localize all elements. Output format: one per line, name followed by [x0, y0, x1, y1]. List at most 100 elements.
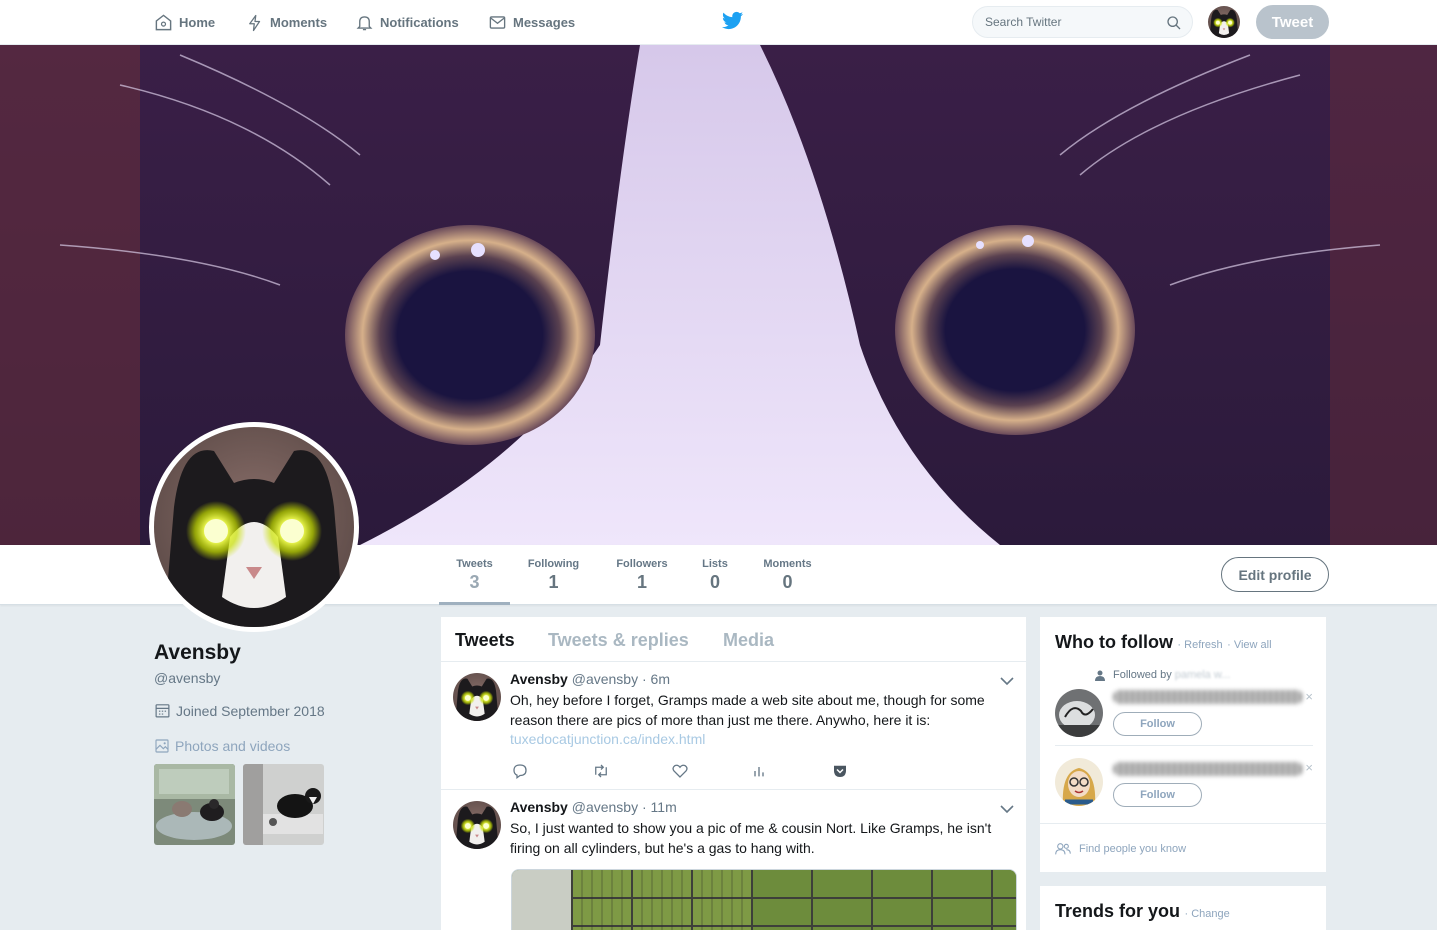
tab-tweets-and-replies[interactable]: Tweets & replies — [548, 630, 689, 651]
account-avatar[interactable] — [1208, 6, 1240, 38]
nav-home[interactable]: Home — [154, 0, 215, 45]
who-to-follow-header: Who to follow · Refresh · View all — [1055, 632, 1272, 653]
followed-by-name: pamela w... — [1174, 669, 1231, 681]
image-icon — [155, 739, 169, 753]
nav-moments-label: Moments — [270, 15, 328, 30]
profile-avatar-image — [154, 427, 354, 627]
refresh-link[interactable]: · Refresh — [1177, 639, 1222, 651]
suggested-account-avatar[interactable] — [1055, 689, 1103, 737]
tweet-timestamp[interactable]: · 6m — [642, 671, 670, 687]
person-icon — [1095, 670, 1105, 681]
who-to-follow-module: Who to follow · Refresh · View all Follo… — [1039, 616, 1327, 873]
tweet-avatar[interactable] — [453, 801, 501, 849]
dismiss-suggestion-button[interactable]: × — [1305, 689, 1313, 704]
tab-media[interactable]: Media — [723, 630, 774, 651]
stat-lists-label: Lists — [702, 558, 728, 570]
stat-moments-value: 0 — [782, 572, 793, 592]
top-navigation: Home Moments Notifications Messages Twee… — [0, 0, 1437, 45]
tweet-text: Oh, hey before I forget, Gramps made a w… — [510, 692, 985, 728]
calendar-icon — [155, 704, 170, 718]
chevron-down-icon[interactable] — [1000, 676, 1014, 686]
profile-handle: @avensby — [154, 670, 221, 686]
stat-followers-value: 1 — [636, 572, 647, 592]
trends-title: Trends for you — [1055, 901, 1181, 921]
pocket-icon[interactable] — [831, 762, 849, 780]
find-people-link[interactable]: Find people you know — [1055, 843, 1186, 855]
profile-name[interactable]: Avensby — [154, 641, 241, 665]
tweet-avatar[interactable] — [453, 673, 501, 721]
stat-moments-label: Moments — [763, 558, 812, 570]
stat-followers-label: Followers — [616, 558, 668, 570]
media-thumbnail[interactable] — [243, 764, 324, 845]
tweet[interactable]: Avensby @avensby · 6m Oh, hey before I f… — [441, 662, 1026, 790]
search-input[interactable] — [985, 13, 1155, 31]
tweet-header: Avensby @avensby · 6m — [510, 671, 670, 687]
divider — [1040, 823, 1326, 824]
timeline: Tweets Tweets & replies Media Avensby @a… — [440, 616, 1027, 930]
followed-by-context: Followed by pamela w... — [1095, 669, 1230, 681]
nav-messages[interactable]: Messages — [488, 0, 575, 45]
find-people-label: Find people you know — [1079, 843, 1187, 855]
bell-icon — [356, 16, 373, 31]
trends-module: Trends for you · Change — [1039, 885, 1327, 930]
stat-moments[interactable]: Moments 0 — [757, 545, 818, 605]
nav-notifications[interactable]: Notifications — [355, 0, 459, 45]
followed-by-label: Followed by — [1113, 669, 1172, 681]
follow-button[interactable]: Follow — [1113, 783, 1202, 807]
photos-and-videos-link[interactable]: Photos and videos — [154, 738, 290, 754]
retweet-icon[interactable] — [591, 762, 611, 780]
trends-change-link[interactable]: · Change — [1184, 908, 1229, 920]
tweet-timestamp[interactable]: · 11m — [642, 799, 677, 815]
stat-tweets-label: Tweets — [456, 558, 493, 570]
suggested-account-name-redacted — [1113, 690, 1303, 704]
twitter-bird-icon[interactable] — [722, 11, 744, 31]
tweet-header: Avensby @avensby · 11m — [510, 799, 677, 815]
follow-button[interactable]: Follow — [1113, 712, 1202, 736]
stat-following[interactable]: Following 1 — [520, 545, 587, 605]
home-icon — [155, 14, 172, 31]
stat-following-value: 1 — [548, 572, 559, 592]
tweet-text: So, I just wanted to show you a pic of m… — [510, 820, 992, 856]
stat-lists-value: 0 — [709, 572, 720, 592]
tweet-link[interactable]: tuxedocatjunction.ca/index.html — [510, 731, 705, 747]
tweet-author-name[interactable]: Avensby — [510, 671, 568, 687]
photos-and-videos-label: Photos and videos — [175, 738, 291, 754]
nav-notifications-label: Notifications — [380, 15, 459, 30]
media-thumbnail[interactable] — [154, 764, 235, 845]
nav-moments[interactable]: Moments — [246, 0, 327, 45]
tab-tweets[interactable]: Tweets — [455, 630, 515, 651]
analytics-icon[interactable] — [751, 762, 767, 780]
who-to-follow-title: Who to follow — [1055, 632, 1173, 652]
reply-icon[interactable] — [511, 762, 529, 780]
dismiss-suggestion-button[interactable]: × — [1305, 760, 1313, 775]
like-icon[interactable] — [671, 762, 689, 780]
lightning-icon — [249, 14, 261, 31]
tweet-author-handle[interactable]: @avensby — [572, 671, 638, 687]
view-all-link[interactable]: · View all — [1227, 639, 1271, 651]
stat-followers[interactable]: Followers 1 — [610, 545, 674, 605]
search-box[interactable] — [972, 6, 1193, 38]
tweet-media-image[interactable] — [511, 869, 1017, 930]
suggested-account-name-redacted — [1113, 762, 1303, 776]
tweet-button[interactable]: Tweet — [1256, 5, 1329, 39]
divider — [1055, 745, 1313, 746]
suggested-account-avatar[interactable] — [1055, 758, 1103, 806]
search-icon[interactable] — [1166, 15, 1182, 31]
nav-messages-label: Messages — [513, 15, 576, 30]
edit-profile-button[interactable]: Edit profile — [1221, 557, 1329, 592]
tweet-author-handle[interactable]: @avensby — [572, 799, 638, 815]
profile-avatar[interactable] — [149, 422, 359, 632]
suggested-account[interactable]: × Follow — [1055, 758, 1313, 828]
chevron-down-icon[interactable] — [1000, 804, 1014, 814]
stat-tweets-value: 3 — [469, 572, 480, 592]
tweet-actions — [511, 762, 931, 782]
stat-lists[interactable]: Lists 0 — [697, 545, 733, 605]
timeline-tabs: Tweets Tweets & replies Media — [441, 617, 1026, 662]
profile-joined: Joined September 2018 — [154, 702, 325, 719]
trends-header: Trends for you · Change — [1055, 901, 1230, 922]
nav-home-label: Home — [179, 15, 216, 30]
tweet[interactable]: Avensby @avensby · 11m So, I just wanted… — [441, 790, 1026, 930]
suggested-account[interactable]: × Follow — [1055, 687, 1313, 757]
stat-tweets[interactable]: Tweets 3 — [439, 545, 510, 605]
tweet-author-name[interactable]: Avensby — [510, 799, 568, 815]
